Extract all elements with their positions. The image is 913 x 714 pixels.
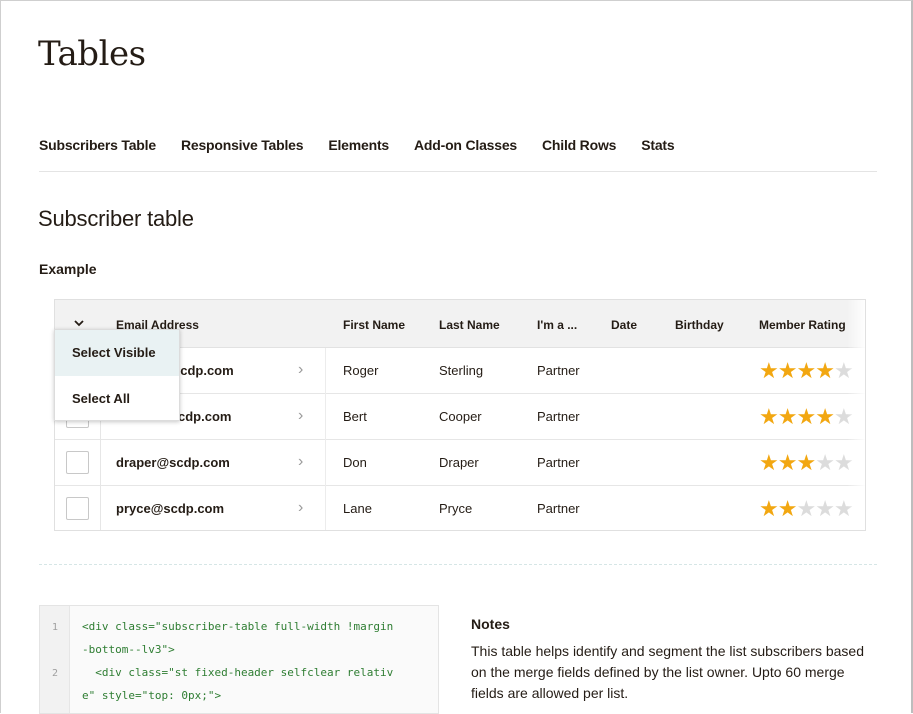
chevron-right-icon[interactable]: ›: [298, 361, 303, 379]
column-header-member-rating[interactable]: Member Rating: [759, 318, 846, 332]
tab-elements[interactable]: Elements: [328, 137, 389, 153]
column-header-birthday[interactable]: Birthday: [675, 318, 724, 332]
section-title: Subscriber table: [38, 206, 194, 231]
star-filled-icon: ★: [759, 450, 779, 475]
section-divider: [39, 564, 877, 565]
line-number: 2: [51, 668, 59, 679]
row-email[interactable]: cdp.com: [178, 409, 231, 424]
example-label: Example: [39, 261, 97, 277]
star-filled-icon: ★: [759, 496, 779, 521]
tab-nav: Subscribers Table Responsive Tables Elem…: [39, 137, 699, 153]
row-divider: [325, 348, 326, 394]
row-first-name: Don: [343, 455, 367, 470]
tabs-divider: [39, 171, 877, 172]
tab-subscribers-table[interactable]: Subscribers Table: [39, 137, 156, 153]
star-filled-icon: ★: [759, 358, 779, 383]
code-gutter: 1 2: [40, 606, 70, 713]
menu-item-select-visible[interactable]: Select Visible: [55, 330, 179, 376]
column-header-first-name[interactable]: First Name: [343, 318, 405, 332]
star-filled-icon: ★: [815, 404, 835, 429]
table-row: draper@scdp.com › Don Draper Partner ★★★…: [55, 440, 865, 486]
row-email[interactable]: scdp.com: [173, 363, 234, 378]
page-title: Tables: [38, 34, 146, 74]
star-rating: ★★★★★: [759, 404, 854, 430]
row-divider: [325, 440, 326, 486]
column-header-im-a[interactable]: I'm a ...: [537, 318, 577, 332]
row-checkbox[interactable]: [66, 497, 89, 520]
menu-item-select-all[interactable]: Select All: [55, 376, 179, 422]
star-rating: ★★★★★: [759, 358, 854, 384]
row-divider: [325, 486, 326, 530]
tab-child-rows[interactable]: Child Rows: [542, 137, 616, 153]
star-empty-icon: ★: [833, 496, 854, 521]
row-first-name: Lane: [343, 501, 372, 516]
star-filled-icon: ★: [777, 496, 798, 521]
row-last-name: Pryce: [439, 501, 473, 516]
chevron-right-icon[interactable]: ›: [298, 499, 303, 517]
select-dropdown-menu: Select Visible Select All: [54, 329, 180, 421]
notes-title: Notes: [471, 616, 510, 632]
code-line: <div class="subscriber-table full-width …: [82, 620, 394, 633]
page-frame: Tables Subscribers Table Responsive Tabl…: [0, 0, 913, 714]
code-snippet: 1 2 <div class="subscriber-table full-wi…: [39, 605, 439, 714]
code-line: e" style="top: 0px;">: [82, 689, 222, 702]
column-header-last-name[interactable]: Last Name: [439, 318, 500, 332]
table-row: pryce@scdp.com › Lane Pryce Partner ★★★★…: [55, 486, 865, 530]
star-empty-icon: ★: [833, 450, 854, 475]
chevron-down-icon[interactable]: [72, 316, 86, 330]
star-empty-icon: ★: [815, 450, 835, 475]
row-type: Partner: [537, 409, 580, 424]
star-filled-icon: ★: [796, 404, 816, 429]
tab-responsive-tables[interactable]: Responsive Tables: [181, 137, 304, 153]
star-filled-icon: ★: [796, 358, 816, 383]
star-empty-icon: ★: [833, 358, 854, 383]
row-type: Partner: [537, 455, 580, 470]
star-filled-icon: ★: [777, 450, 798, 475]
row-last-name: Cooper: [439, 409, 482, 424]
code-line: <div class="st fixed-header selfclear re…: [82, 666, 394, 679]
chevron-right-icon[interactable]: ›: [298, 453, 303, 471]
star-filled-icon: ★: [759, 404, 779, 429]
star-filled-icon: ★: [815, 358, 835, 383]
row-type: Partner: [537, 501, 580, 516]
star-rating: ★★★★★: [759, 450, 854, 476]
row-last-name: Draper: [439, 455, 479, 470]
star-filled-icon: ★: [777, 404, 798, 429]
line-number: 1: [51, 622, 59, 633]
row-email[interactable]: draper@scdp.com: [116, 455, 230, 470]
row-type: Partner: [537, 363, 580, 378]
star-empty-icon: ★: [796, 496, 816, 521]
tab-add-on-classes[interactable]: Add-on Classes: [414, 137, 517, 153]
tab-stats[interactable]: Stats: [641, 137, 674, 153]
star-filled-icon: ★: [777, 358, 798, 383]
checkbox-cell: [55, 486, 101, 530]
chevron-right-icon[interactable]: ›: [298, 407, 303, 425]
star-empty-icon: ★: [833, 404, 854, 429]
row-checkbox[interactable]: [66, 451, 89, 474]
column-header-date[interactable]: Date: [611, 318, 637, 332]
notes-body: This table helps identify and segment th…: [471, 643, 864, 701]
row-divider: [325, 394, 326, 440]
row-last-name: Sterling: [439, 363, 484, 378]
checkbox-cell: [55, 440, 101, 486]
star-filled-icon: ★: [796, 450, 816, 475]
code-line: -bottom--lv3">: [82, 643, 175, 656]
star-empty-icon: ★: [815, 496, 835, 521]
row-first-name: Bert: [343, 409, 367, 424]
row-email[interactable]: pryce@scdp.com: [116, 501, 224, 516]
row-first-name: Roger: [343, 363, 379, 378]
star-rating: ★★★★★: [759, 496, 854, 522]
